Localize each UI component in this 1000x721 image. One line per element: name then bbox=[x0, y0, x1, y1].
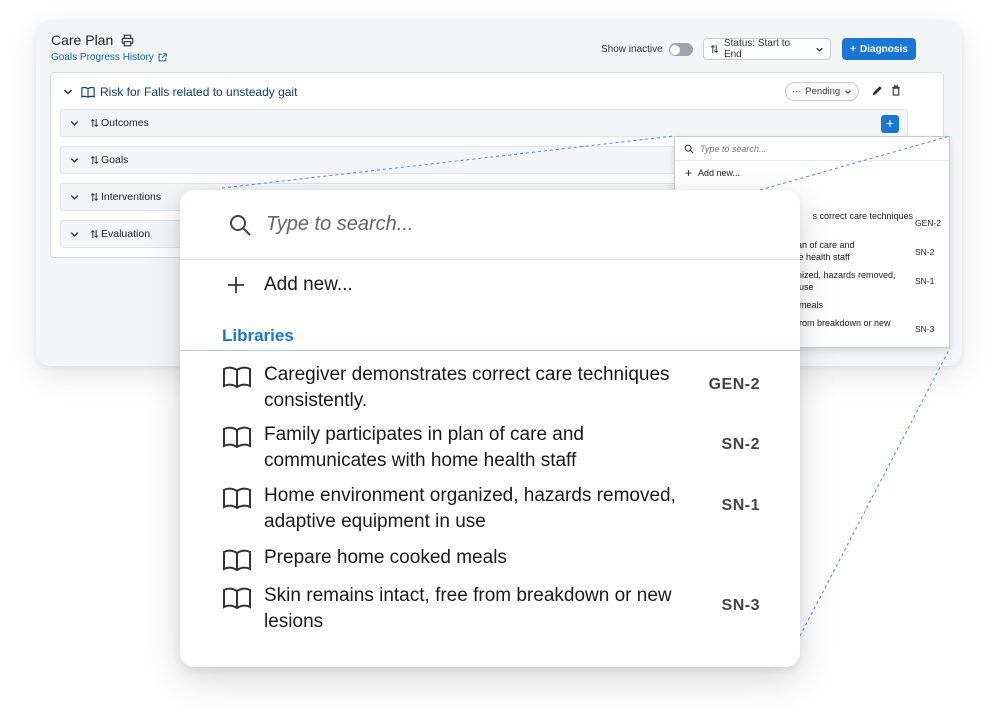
small-item-code: SN-3 bbox=[915, 324, 935, 334]
small-item-code: SN-1 bbox=[915, 276, 935, 286]
plus-icon: + bbox=[685, 166, 693, 180]
outcome-library-dropdown: Add new... Libraries Caregiver demonstra… bbox=[180, 190, 800, 667]
book-icon bbox=[223, 426, 251, 448]
edit-icon[interactable] bbox=[872, 85, 883, 96]
library-item[interactable]: Home environment organized, hazards remo… bbox=[222, 483, 760, 535]
chevron-down-icon bbox=[845, 89, 851, 94]
library-item-code: SN-2 bbox=[721, 436, 760, 453]
chevron-down-icon[interactable] bbox=[61, 85, 75, 99]
library-item-text: Caregiver demonstrates correct care tech… bbox=[264, 364, 670, 411]
book-icon bbox=[223, 487, 251, 509]
small-item-text: lan of care and bbox=[795, 240, 855, 250]
book-icon bbox=[81, 86, 95, 98]
small-add-new-label: Add new... bbox=[698, 168, 741, 178]
search-field[interactable] bbox=[180, 190, 800, 260]
small-item-text: ganized, hazards removed, bbox=[787, 270, 896, 280]
sort-icon bbox=[710, 44, 719, 54]
section-label: Outcomes bbox=[101, 117, 149, 129]
book-icon bbox=[223, 366, 251, 388]
library-item-code: SN-1 bbox=[721, 497, 760, 514]
book-icon bbox=[223, 587, 251, 609]
more-dots-icon: ··· bbox=[791, 86, 802, 97]
delete-icon[interactable] bbox=[891, 85, 901, 96]
library-item-code: SN-3 bbox=[721, 597, 760, 614]
sort-icon bbox=[90, 229, 99, 239]
sort-icon bbox=[90, 118, 99, 128]
search-input[interactable] bbox=[266, 213, 686, 236]
chevron-down-icon bbox=[70, 120, 79, 126]
sort-icon bbox=[90, 192, 99, 202]
status-filter-select[interactable]: Status: Start to End bbox=[703, 38, 831, 60]
section-label: Goals bbox=[101, 154, 129, 166]
chevron-down-icon bbox=[70, 231, 79, 237]
goals-progress-history-link[interactable]: Goals Progress History bbox=[51, 52, 167, 63]
library-item-text: Skin remains intact, free from breakdown… bbox=[264, 585, 672, 632]
diagnosis-button-label: Diagnosis bbox=[860, 43, 908, 55]
diagnosis-title: Risk for Falls related to unsteady gait bbox=[100, 85, 298, 99]
plus-icon bbox=[228, 277, 244, 293]
show-inactive-label: Show inactive bbox=[601, 44, 663, 55]
diagnosis-status-label: Pending bbox=[805, 86, 841, 97]
libraries-heading: Libraries bbox=[222, 326, 294, 345]
chevron-down-icon bbox=[70, 157, 79, 163]
page-title: Care Plan bbox=[51, 32, 134, 48]
library-item[interactable]: Family participates in plan of care and … bbox=[222, 422, 760, 474]
small-search-placeholder: Type to search... bbox=[700, 143, 767, 154]
add-new-label: Add new... bbox=[264, 274, 353, 295]
print-icon[interactable] bbox=[121, 34, 134, 47]
chevron-down-icon bbox=[816, 47, 823, 52]
search-icon bbox=[684, 144, 694, 154]
page-title-text: Care Plan bbox=[51, 32, 114, 48]
section-outcomes[interactable]: Outcomes + bbox=[60, 109, 908, 137]
small-item-code: GEN-2 bbox=[915, 218, 941, 228]
small-item-text: use bbox=[799, 282, 814, 292]
diagnosis-header[interactable]: Risk for Falls related to unsteady gait … bbox=[61, 82, 933, 102]
history-link-label: Goals Progress History bbox=[51, 52, 154, 63]
show-inactive-toggle[interactable] bbox=[668, 43, 693, 56]
status-filter-label: Status: Start to End bbox=[723, 38, 791, 60]
small-item-text: e from breakdown or new bbox=[789, 318, 891, 328]
section-label: Interventions bbox=[101, 191, 162, 203]
library-item-text: Home environment organized, hazards remo… bbox=[264, 485, 676, 532]
add-outcome-button[interactable]: + bbox=[881, 115, 899, 133]
chevron-down-icon bbox=[70, 194, 79, 200]
small-item-text: meals bbox=[799, 300, 824, 310]
external-link-icon bbox=[158, 53, 167, 62]
small-add-new-option[interactable]: + Add new... bbox=[675, 161, 949, 185]
library-item[interactable]: Prepare home cooked meals bbox=[222, 545, 760, 571]
library-item[interactable]: Caregiver demonstrates correct care tech… bbox=[222, 362, 760, 414]
library-item-text: Family participates in plan of care and … bbox=[264, 424, 584, 471]
divider bbox=[180, 350, 800, 351]
search-icon bbox=[230, 214, 251, 236]
add-new-option[interactable]: Add new... bbox=[226, 274, 353, 296]
library-item-text: Prepare home cooked meals bbox=[264, 547, 507, 568]
sort-icon bbox=[90, 155, 99, 165]
section-label: Evaluation bbox=[101, 228, 151, 240]
plus-icon: + bbox=[850, 43, 857, 55]
book-icon bbox=[223, 549, 251, 571]
show-inactive-control: Show inactive bbox=[601, 43, 693, 56]
small-item-code: SN-2 bbox=[915, 247, 935, 257]
add-diagnosis-button[interactable]: + Diagnosis bbox=[842, 38, 916, 60]
library-item-code: GEN-2 bbox=[708, 376, 760, 393]
zoom-line-bottom-right bbox=[799, 347, 951, 637]
small-search-field[interactable]: Type to search... bbox=[675, 137, 949, 161]
library-item[interactable]: Skin remains intact, free from breakdown… bbox=[222, 583, 760, 635]
diagnosis-status-select[interactable]: ··· Pending bbox=[785, 82, 859, 101]
